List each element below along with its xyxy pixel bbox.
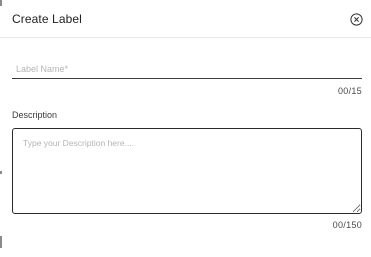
label-name-input[interactable] [12,60,362,79]
close-button[interactable] [350,13,363,26]
close-circle-icon [350,13,363,26]
background-edge [0,236,2,248]
dialog-title: Create Label [12,12,82,26]
description-textarea[interactable] [12,128,362,214]
background-edge [0,171,2,174]
create-label-dialog: Create Label 00/15 Description 00/150 [0,0,371,257]
label-name-counter: 00/15 [337,86,362,96]
description-counter: 00/150 [332,220,362,230]
description-label: Description [12,110,58,120]
dialog-header: Create Label [0,0,371,38]
